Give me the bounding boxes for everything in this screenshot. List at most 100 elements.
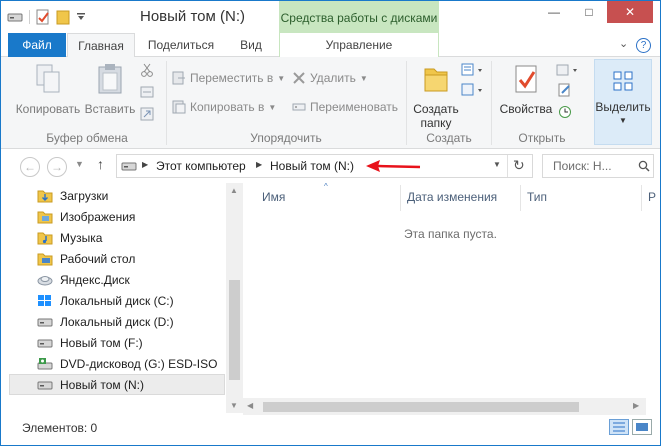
- nav-item-downloads[interactable]: Загрузки: [37, 185, 108, 206]
- quick-access-toolbar: [7, 9, 86, 25]
- scroll-down-arrow-icon[interactable]: ▼: [230, 401, 238, 410]
- new-folder-icon: [424, 68, 448, 92]
- context-tab-group: Средства работы с дисками: [279, 1, 439, 33]
- close-button[interactable]: ✕: [607, 1, 653, 23]
- forward-button[interactable]: →: [47, 157, 67, 177]
- tab-share[interactable]: Поделиться: [141, 33, 221, 57]
- large-icons-view-icon[interactable]: [632, 419, 652, 435]
- tab-home[interactable]: Главная: [67, 33, 135, 58]
- nav-item-label: Яндекс.Диск: [60, 272, 130, 287]
- customize-qat-icon[interactable]: [76, 12, 86, 22]
- ribbon-collapse-icon[interactable]: ⌄: [619, 37, 628, 50]
- sort-indicator-icon: ^: [324, 182, 328, 191]
- nav-item-desktop[interactable]: Рабочий стол: [37, 248, 135, 269]
- drive-icon[interactable]: [7, 11, 23, 23]
- easy-access-icon[interactable]: [461, 83, 485, 97]
- tab-view[interactable]: Вид: [229, 33, 273, 57]
- edit-icon[interactable]: [558, 83, 572, 97]
- status-bar: [1, 415, 660, 445]
- paste-shortcut-icon[interactable]: [140, 107, 154, 121]
- item-count: Элементов: 0: [22, 421, 98, 435]
- paste-button[interactable]: Вставить: [83, 63, 137, 116]
- select-button[interactable]: Выделить ▼: [594, 59, 652, 145]
- nav-pane-scroll-thumb[interactable]: [229, 280, 240, 380]
- paste-icon: [98, 64, 122, 94]
- nav-item-label: Рабочий стол: [60, 251, 136, 266]
- nav-item-music[interactable]: Музыка: [37, 227, 102, 248]
- column-divider[interactable]: [641, 185, 642, 211]
- nav-item-label: Загрузки: [60, 188, 109, 203]
- up-button[interactable]: ↑: [97, 156, 104, 172]
- address-bar[interactable]: ▶ Этот компьютер ▶ Новый том (N:) ▼ ↻: [116, 154, 533, 178]
- column-name[interactable]: Имя: [262, 190, 285, 204]
- breadcrumb-separator-icon[interactable]: ▶: [142, 160, 148, 169]
- open-icon[interactable]: [556, 63, 580, 77]
- annotation-arrow-icon: [366, 160, 421, 172]
- scroll-left-arrow-icon[interactable]: ◀: [247, 401, 253, 410]
- copy-path-icon[interactable]: [140, 85, 154, 99]
- new-folder-qat-icon[interactable]: [56, 9, 70, 25]
- search-icon[interactable]: [638, 160, 650, 172]
- scroll-up-arrow-icon[interactable]: ▲: [230, 186, 238, 195]
- column-divider[interactable]: [400, 185, 401, 211]
- copy-to-icon: [172, 100, 186, 114]
- rename-label: Переименовать: [310, 100, 398, 114]
- new-folder-button[interactable]: Создать папку: [410, 63, 462, 130]
- delete-button[interactable]: Удалить ▼: [292, 71, 368, 85]
- column-divider[interactable]: [520, 185, 521, 211]
- properties-qat-icon[interactable]: [36, 9, 50, 25]
- copy-button[interactable]: Копировать: [15, 63, 81, 116]
- drive-icon: [37, 381, 53, 389]
- back-button[interactable]: ←: [20, 157, 40, 177]
- nav-item-label: DVD-дисковод (G:) ESD-ISO: [60, 356, 218, 371]
- select-icon: [613, 71, 633, 91]
- minimize-button[interactable]: —: [537, 1, 571, 23]
- nav-item-drive-d[interactable]: Локальный диск (D:): [37, 311, 174, 332]
- breadcrumb-separator-icon[interactable]: ▶: [256, 160, 262, 169]
- column-date-modified[interactable]: Дата изменения: [407, 190, 497, 204]
- recent-locations-chevron-icon[interactable]: ▼: [75, 159, 84, 169]
- empty-folder-message: Эта папка пуста.: [404, 227, 497, 241]
- new-group-label: Создать: [426, 131, 472, 145]
- pictures-folder-icon: [37, 211, 53, 223]
- copy-to-button[interactable]: Копировать в ▼: [172, 100, 276, 114]
- content-scroll-thumb[interactable]: [263, 402, 579, 412]
- copy-icon: [36, 64, 60, 93]
- breadcrumb-this-pc[interactable]: Этот компьютер: [156, 159, 246, 173]
- nav-item-drive-n[interactable]: Новый том (N:): [37, 374, 144, 395]
- scroll-right-arrow-icon[interactable]: ▶: [633, 401, 639, 410]
- cut-icon[interactable]: [140, 63, 154, 77]
- open-group-label: Открыть: [518, 131, 566, 145]
- address-divider: [507, 155, 508, 177]
- nav-item-drive-f[interactable]: Новый том (F:): [37, 332, 143, 353]
- new-folder-label-1: Создать: [413, 102, 459, 116]
- properties-button[interactable]: Свойства: [497, 63, 555, 116]
- nav-item-label: Новый том (N:): [60, 377, 144, 392]
- nav-item-yandex-disk[interactable]: Яндекс.Диск: [37, 269, 130, 290]
- column-size[interactable]: Р: [648, 190, 656, 204]
- properties-icon: [515, 65, 537, 93]
- history-icon[interactable]: [558, 105, 572, 119]
- rename-button[interactable]: Переименовать: [292, 100, 398, 114]
- tab-manage[interactable]: Управление: [279, 33, 439, 57]
- move-to-icon: [172, 71, 185, 85]
- nav-item-drive-c[interactable]: Локальный диск (C:): [37, 290, 174, 311]
- nav-item-label: Новый том (F:): [60, 335, 143, 350]
- delete-label: Удалить: [310, 71, 356, 85]
- dvd-drive-icon: [37, 357, 53, 369]
- move-to-button[interactable]: Переместить в ▼: [172, 71, 285, 85]
- refresh-icon[interactable]: ↻: [513, 157, 525, 174]
- nav-item-pictures[interactable]: Изображения: [37, 206, 135, 227]
- help-icon[interactable]: ?: [636, 38, 651, 53]
- nav-item-dvd-g[interactable]: DVD-дисковод (G:) ESD-ISO: [37, 353, 217, 374]
- address-dropdown-icon[interactable]: ▼: [493, 160, 501, 169]
- maximize-button[interactable]: □: [572, 1, 606, 23]
- column-type[interactable]: Тип: [527, 190, 547, 204]
- breadcrumb-current-drive[interactable]: Новый том (N:): [270, 159, 354, 173]
- delete-dropdown-icon: ▼: [359, 73, 368, 83]
- delete-icon: [293, 72, 305, 84]
- ribbon: Копировать Вставить Буфер обмена Перемес…: [1, 57, 660, 149]
- tab-file[interactable]: Файл: [8, 33, 66, 57]
- details-view-icon[interactable]: [609, 419, 629, 435]
- new-item-icon[interactable]: [461, 63, 485, 77]
